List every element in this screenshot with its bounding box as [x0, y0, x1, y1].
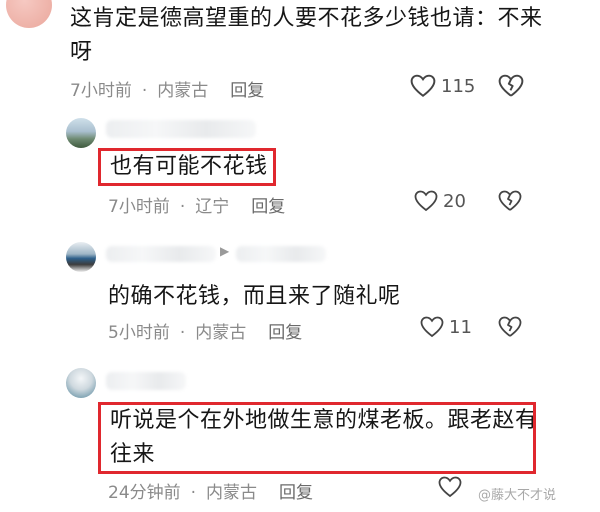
broken-heart-icon	[498, 74, 524, 97]
avatar[interactable]	[66, 242, 96, 272]
heart-icon	[414, 190, 438, 212]
comment-text: 这肯定是德高望重的人要不花多少钱也请：不来 呀	[70, 6, 543, 65]
username[interactable]	[106, 372, 186, 390]
watermark: @藤大不才说	[478, 488, 557, 503]
like-button[interactable]: 20	[414, 190, 466, 212]
comment-location: 内蒙古	[157, 81, 209, 101]
heart-icon	[410, 74, 436, 97]
like-count: 115	[441, 75, 476, 97]
reply-to-username[interactable]	[236, 246, 326, 262]
broken-heart-icon	[498, 190, 522, 211]
reply-location: 内蒙古	[206, 483, 258, 503]
like-button[interactable]	[438, 476, 467, 498]
reply-arrow-icon: ▶	[220, 244, 230, 258]
like-button[interactable]: 115	[410, 74, 475, 98]
avatar[interactable]	[6, 0, 52, 28]
dislike-button[interactable]	[498, 74, 524, 102]
broken-heart-icon	[498, 316, 522, 337]
reply-location: 辽宁	[195, 197, 230, 217]
comment-time: 7小时前	[70, 81, 132, 101]
reply-button[interactable]: 回复	[268, 318, 302, 343]
reply-time: 24分钟前	[108, 483, 181, 503]
heart-icon	[438, 476, 462, 498]
dislike-button[interactable]	[498, 316, 522, 342]
dislike-button[interactable]	[498, 190, 522, 216]
like-button[interactable]: 11	[420, 316, 472, 338]
highlight-box	[98, 402, 536, 474]
comment-meta: 7小时前 · 内蒙古 回复	[70, 76, 264, 101]
avatar[interactable]	[66, 118, 96, 148]
reply-button[interactable]: 回复	[279, 478, 313, 503]
reply-meta: 5小时前 · 内蒙古 回复	[108, 318, 302, 343]
like-count: 11	[449, 316, 472, 338]
username[interactable]	[106, 120, 256, 138]
reply-button[interactable]: 回复	[230, 76, 264, 101]
avatar[interactable]	[66, 368, 96, 398]
reply-button[interactable]: 回复	[251, 192, 285, 217]
reply-meta: 7小时前 · 辽宁 回复	[108, 192, 285, 217]
reply-time: 7小时前	[108, 197, 170, 217]
username[interactable]	[106, 246, 216, 262]
heart-icon	[420, 316, 444, 338]
like-count: 20	[443, 190, 466, 212]
reply-meta: 24分钟前 · 内蒙古 回复	[108, 478, 313, 503]
reply-time: 5小时前	[108, 323, 170, 343]
reply-text: 的确不花钱，而且来了随礼呢	[108, 284, 401, 309]
highlight-box	[98, 148, 276, 186]
reply-location: 内蒙古	[195, 323, 247, 343]
